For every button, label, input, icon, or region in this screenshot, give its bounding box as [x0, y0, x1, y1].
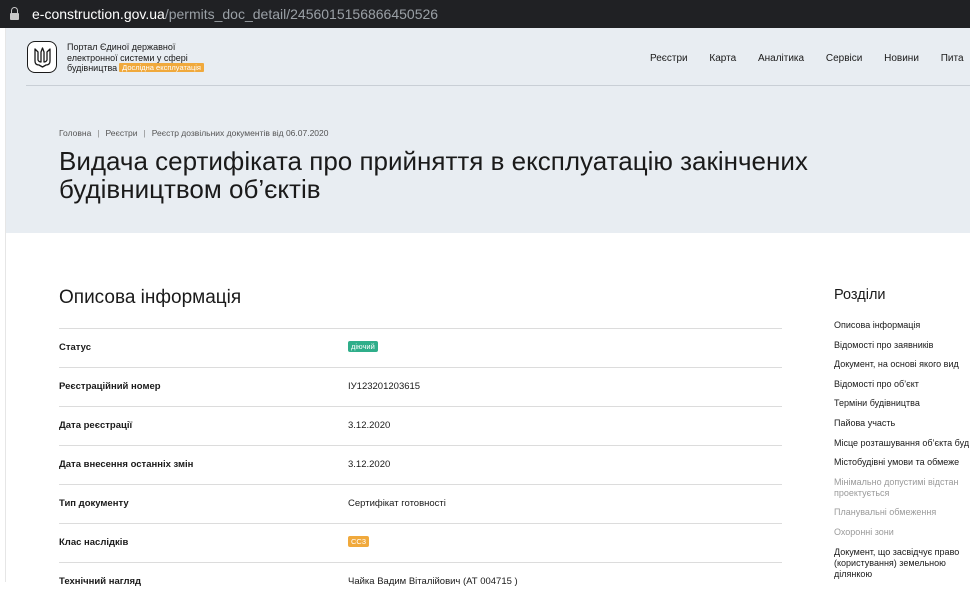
sidebar-item-min-distances[interactable]: Мінімально допустимі відстан проектуєтьс…: [834, 477, 970, 499]
sections-sidebar: Розділи Описова інформація Відомості про…: [834, 287, 970, 588]
row-label: Клас наслідків: [59, 537, 129, 548]
row-value: 3.12.2020: [348, 420, 391, 431]
section-title: Описова інформація: [59, 287, 242, 308]
sidebar-item-description[interactable]: Описова інформація: [834, 320, 970, 331]
sidebar-title: Розділи: [834, 287, 886, 303]
sidebar-item-protection-zones[interactable]: Охоронні зони: [834, 527, 970, 538]
sidebar-item-land-rights[interactable]: Документ, що засвідчує право (користуван…: [834, 547, 970, 580]
lock-icon: [10, 7, 19, 20]
sidebar-item-object[interactable]: Відомості про об’єкт: [834, 379, 970, 390]
table-row: Реєстраційний номер ІУ123201203615: [59, 367, 782, 406]
table-row: Статус діючий: [59, 328, 782, 367]
sidebar-item-terms[interactable]: Терміни будівництва: [834, 398, 970, 409]
table-row: Дата реєстрації 3.12.2020: [59, 406, 782, 445]
sidebar-item-basis-document[interactable]: Документ, на основі якого вид: [834, 359, 970, 370]
row-label: Дата реєстрації: [59, 420, 133, 431]
consequence-class-badge: СС3: [348, 536, 370, 547]
brand-line: будівництва: [67, 63, 118, 73]
breadcrumb-current: Реєстр дозвільних документів від 06.07.2…: [151, 128, 329, 138]
row-label: Реєстраційний номер: [59, 381, 161, 392]
nav-map[interactable]: Карта: [709, 53, 736, 64]
sidebar-item-planning-limits[interactable]: Планувальні обмеження: [834, 507, 970, 518]
nav-questions[interactable]: Пита: [941, 53, 964, 64]
brand-line: електронної системи у сфері: [67, 52, 188, 63]
table-row: Дата внесення останніх змін 3.12.2020: [59, 445, 782, 484]
breadcrumb-home[interactable]: Головна: [59, 128, 91, 138]
breadcrumb-separator: |: [97, 128, 100, 138]
browser-address-bar[interactable]: e-construction.gov.ua/permits_doc_detail…: [0, 0, 970, 28]
row-value: ІУ123201203615: [348, 381, 421, 392]
nav-analytics[interactable]: Аналітика: [758, 53, 804, 64]
hero-section: Портал Єдиної державної електронної сист…: [6, 28, 970, 233]
row-label: Дата внесення останніх змін: [59, 459, 194, 470]
page-title: Видача сертифіката про прийняття в експл…: [59, 146, 808, 204]
portal-brand[interactable]: Портал Єдиної державної електронної сист…: [67, 42, 204, 74]
nav-services[interactable]: Сервіси: [826, 53, 862, 64]
status-badge: діючий: [348, 341, 378, 352]
info-table: Статус діючий Реєстраційний номер ІУ1232…: [59, 328, 782, 601]
nav-news[interactable]: Новини: [884, 53, 919, 64]
table-row: Клас наслідків СС3: [59, 523, 782, 562]
sidebar-item-urban-conditions[interactable]: Містобудівні умови та обмеже: [834, 457, 970, 468]
row-value: Сертифікат готовності: [348, 498, 446, 509]
breadcrumb: Головна | Реєстри | Реєстр дозвільних докуме…: [59, 128, 329, 138]
row-label: Статус: [59, 342, 92, 353]
sidebar-item-location[interactable]: Місце розташування об’єкта буд: [834, 438, 970, 449]
page: Портал Єдиної державної електронної сист…: [5, 28, 970, 587]
top-navigation: Портал Єдиної державної електронної сист…: [26, 28, 970, 86]
beta-badge: Дослідна експлуатація: [119, 63, 204, 72]
breadcrumb-separator: |: [143, 128, 146, 138]
sidebar-item-share[interactable]: Пайова участь: [834, 418, 970, 429]
breadcrumb-registries[interactable]: Реєстри: [106, 128, 138, 138]
nav-registries[interactable]: Реєстри: [650, 53, 688, 64]
row-label: Тип документу: [59, 498, 129, 509]
coat-of-arms-icon[interactable]: [27, 41, 57, 73]
row-value: 3.12.2020: [348, 459, 391, 470]
main-menu: Реєстри Карта Аналітика Сервіси Новини П…: [650, 53, 970, 64]
table-row: Тип документу Сертифікат готовності: [59, 484, 782, 523]
sidebar-item-applicants[interactable]: Відомості про заявників: [834, 340, 970, 351]
brand-line: Портал Єдиної державної: [67, 42, 176, 52]
url-text[interactable]: e-construction.gov.ua/permits_doc_detail…: [32, 5, 438, 23]
